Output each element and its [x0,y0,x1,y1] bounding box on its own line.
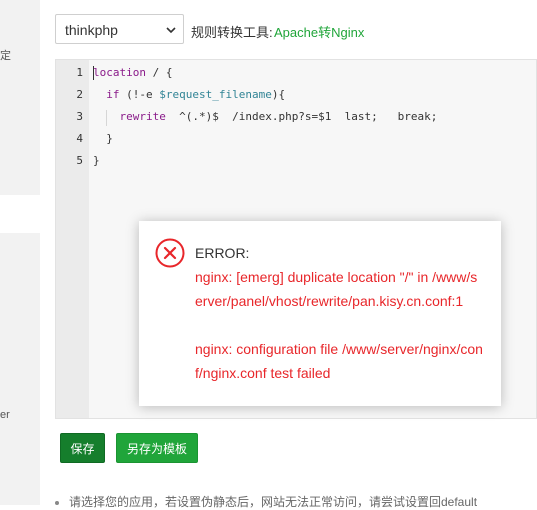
line-number: 3 [76,110,83,123]
line-number-gutter: 1 2 3 4 5 [56,60,89,418]
line-number: 5 [76,154,83,167]
code-line: rewrite ^(.*)$ /index.php?s=$1 last; bre… [119,110,438,123]
rewrite-template-select[interactable]: thinkphp [55,14,184,44]
sidebar: 定 er [0,0,40,505]
line-number: 2 [76,88,83,101]
code-line: if (!-e $request_filename){ [106,88,286,101]
error-icon [155,238,185,268]
chevron-down-icon [166,27,176,34]
code-line: } [93,154,100,167]
help-note-text: 请选择您的应用，若设置伪静态后，网站无法正常访问，请尝试设置回default [69,495,478,509]
line-number: 4 [76,132,83,145]
line-number: 1 [76,66,83,79]
apache-to-nginx-link[interactable]: Apache转Nginx [274,22,364,41]
save-as-template-button[interactable]: 另存为模板 [116,433,198,463]
sidebar-item-fragment[interactable]: 定 [0,47,11,63]
converter-label: 规则转换工具: [191,25,273,40]
sidebar-item-active[interactable] [0,195,40,233]
bullet-icon [55,500,59,505]
rewrite-template-value: thinkphp [65,22,118,38]
error-message: nginx: configuration file /www/server/ng… [195,341,483,381]
help-note: 请选择您的应用，若设置伪静态后，网站无法正常访问，请尝试设置回default [55,493,477,510]
error-message: nginx: [emerg] duplicate location "/" in… [195,269,478,309]
save-button[interactable]: 保存 [60,433,105,463]
error-title: ERROR: [195,245,250,261]
code-line: } [93,132,113,145]
error-dialog: ERROR: nginx: [emerg] duplicate location… [139,221,501,406]
code-line: location / { [93,66,173,79]
sidebar-item-fragment[interactable]: er [0,409,10,421]
